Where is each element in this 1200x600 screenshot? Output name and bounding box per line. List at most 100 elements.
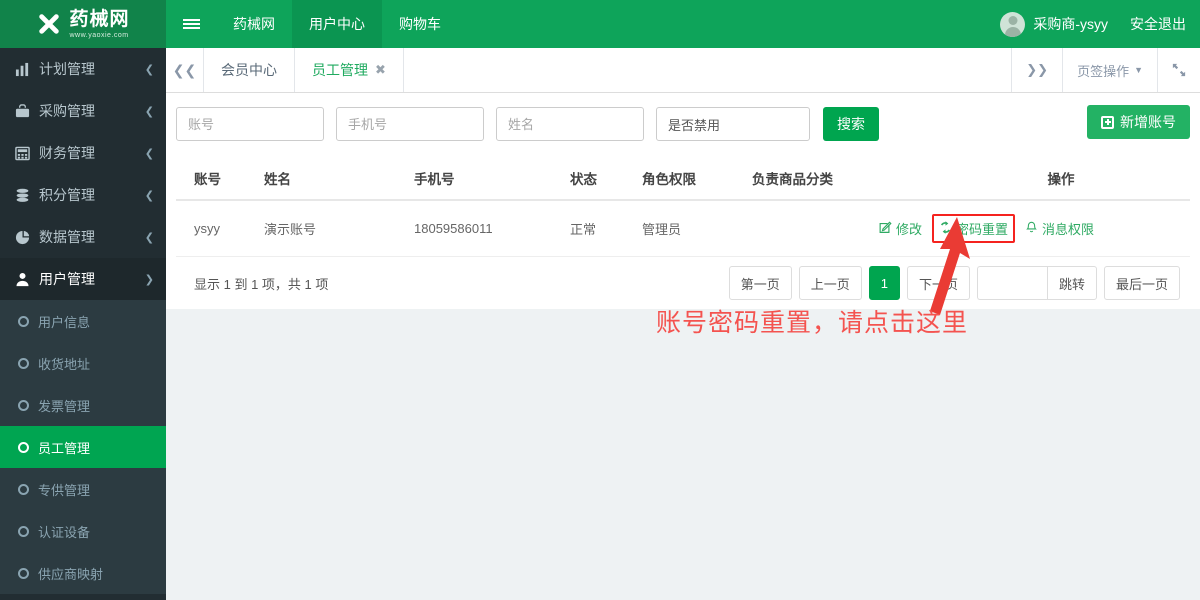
last-page-button[interactable]: 最后一页 [1103, 266, 1180, 300]
expand-arrows-icon[interactable] [1158, 48, 1200, 92]
tab-label: 会员中心 [221, 62, 277, 78]
add-account-label: 新增账号 [1120, 114, 1176, 130]
brand-subtitle: www.yaoxie.com [69, 31, 129, 39]
sidebar-item-data[interactable]: 数据管理 ❮ [0, 216, 166, 258]
brand-logo[interactable]: 药械网 www.yaoxie.com [0, 0, 166, 48]
circle-bullet-icon [18, 441, 29, 453]
sidebar-item-points[interactable]: 积分管理 ❮ [0, 174, 166, 216]
sidebar-subitem-staff-management[interactable]: 员工管理 [0, 426, 166, 468]
bell-icon [1025, 221, 1038, 237]
table-head: 账号 姓名 手机号 状态 角色权限 负责商品分类 操作 [176, 157, 1190, 201]
x-cross-logo-icon [39, 14, 60, 34]
caret-down-icon: ▼ [1134, 65, 1143, 75]
sidebar-subitem-shipping-address[interactable]: 收货地址 [0, 342, 166, 384]
sidebar-item-plan[interactable]: 计划管理 ❮ [0, 48, 166, 90]
user-chip[interactable]: 采购商-ysyy [1000, 11, 1108, 37]
tab-ops-dropdown[interactable]: 页签操作 ▼ [1063, 48, 1158, 92]
first-page-button[interactable]: 第一页 [728, 266, 792, 300]
col-header-phone: 手机号 [414, 157, 570, 201]
sidebar-subitem-special-supply[interactable]: 专供管理 [0, 468, 166, 510]
sidebar-subitem-label: 供应商映射 [38, 566, 104, 582]
logout-button[interactable]: 安全退出 [1130, 14, 1186, 34]
user-name-label: 采购商-ysyy [1033, 16, 1108, 32]
page-number-1[interactable]: 1 [868, 266, 900, 300]
sidebar-item-label: 计划管理 [39, 61, 95, 77]
account-search-input[interactable] [176, 107, 324, 141]
nav-item-site[interactable]: 药械网 [216, 0, 292, 48]
sidebar-subitem-supplier-mapping[interactable]: 供应商映射 [0, 552, 166, 594]
nav-item-user-center[interactable]: 用户中心 [292, 0, 382, 48]
tab-staff-management[interactable]: 员工管理 ✖ [295, 48, 404, 92]
brand-logo-text: 药械网 www.yaoxie.com [69, 10, 129, 39]
chevron-left-icon: ❮ [144, 105, 154, 118]
sidebar-subitem-label: 专供管理 [38, 482, 91, 498]
search-button[interactable]: 搜索 [823, 107, 879, 141]
prev-page-button[interactable]: 上一页 [798, 266, 862, 300]
disabled-select[interactable]: 是否禁用 [656, 107, 810, 141]
double-chevron-right-icon[interactable]: ❯❯ [1012, 48, 1064, 92]
sidebar: 计划管理 ❮ 采购管理 ❮ 财务管理 ❮ 积分管理 ❮ 数据管理 ❮ 用户管理 [0, 48, 166, 600]
close-x-icon[interactable]: ✖ [375, 62, 386, 78]
col-header-account: 账号 [176, 157, 264, 201]
filter-bar: 是否禁用 搜索 新增账号 [176, 105, 1190, 143]
circle-bullet-icon [18, 525, 29, 537]
hamburger-icon[interactable] [166, 0, 216, 48]
pie-chart-icon [12, 230, 32, 245]
sidebar-submenu: 用户信息 收货地址 发票管理 员工管理 专供管理 认证设备 供应商映射 [0, 300, 166, 594]
main-content: 是否禁用 搜索 新增账号 账号 姓名 手机号 状态 角色权限 负责商品分类 操作 [166, 93, 1200, 600]
brand-title: 药械网 [69, 8, 130, 30]
pagination-row: 显示 1 到 1 项，共 1 项 第一页 上一页 1 下一页 跳转 最后一页 [176, 257, 1190, 309]
sidebar-item-label: 财务管理 [39, 145, 95, 161]
bar-chart-icon [12, 62, 32, 77]
name-search-input[interactable] [496, 107, 644, 141]
staff-panel: 是否禁用 搜索 新增账号 账号 姓名 手机号 状态 角色权限 负责商品分类 操作 [166, 93, 1200, 309]
table-header-row: 账号 姓名 手机号 状态 角色权限 负责商品分类 操作 [176, 157, 1190, 201]
jump-button[interactable]: 跳转 [1046, 266, 1097, 300]
sidebar-item-user-management[interactable]: 用户管理 ❯ [0, 258, 166, 300]
sidebar-subitem-certified-device[interactable]: 认证设备 [0, 510, 166, 552]
table-row: ysyy 演示账号 18059586011 正常 管理员 修改 密码重置 消息权… [176, 200, 1190, 257]
disabled-select-wrap: 是否禁用 [656, 107, 810, 141]
chevron-left-icon: ❮ [144, 189, 154, 202]
tab-strip: ❮❮ 会员中心 员工管理 ✖ ❯❯ 页签操作 ▼ [166, 48, 1200, 93]
add-account-button[interactable]: 新增账号 [1087, 105, 1190, 139]
calculator-icon [12, 146, 32, 161]
sidebar-subitem-invoice[interactable]: 发票管理 [0, 384, 166, 426]
sidebar-subitem-label: 员工管理 [38, 440, 91, 456]
user-avatar-icon [1000, 11, 1026, 37]
sidebar-subitem-label: 用户信息 [38, 314, 91, 330]
circle-bullet-icon [18, 483, 29, 495]
sidebar-item-label: 积分管理 [39, 187, 95, 203]
cell-name: 演示账号 [264, 200, 414, 257]
staff-table: 账号 姓名 手机号 状态 角色权限 负责商品分类 操作 ysyy 演示账号 18… [176, 157, 1190, 257]
col-header-operations: 操作 [932, 157, 1190, 201]
cell-status: 正常 [570, 200, 642, 257]
tab-member-center[interactable]: 会员中心 [204, 48, 295, 92]
database-icon [12, 188, 32, 203]
nav-item-cart[interactable]: 购物车 [382, 0, 458, 48]
cell-role: 管理员 [642, 200, 752, 257]
sidebar-subitem-label: 收货地址 [38, 356, 91, 372]
double-chevron-left-icon[interactable]: ❮❮ [166, 48, 204, 92]
message-permission-action-button[interactable]: 消息权限 [1019, 216, 1100, 241]
chevron-left-icon: ❮ [144, 231, 154, 244]
phone-search-input[interactable] [336, 107, 484, 141]
annotation-text: 账号密码重置，请点击这里 [656, 310, 969, 337]
chevron-down-icon: ❯ [144, 273, 154, 286]
circle-bullet-icon [18, 567, 29, 579]
hamburger-bar [182, 23, 200, 25]
sidebar-item-label: 采购管理 [39, 103, 95, 119]
tab-label: 员工管理 [312, 62, 368, 78]
pagination-info: 显示 1 到 1 项，共 1 项 [194, 276, 329, 292]
header-right-group: 采购商-ysyy 安全退出 [1000, 0, 1200, 48]
plus-square-icon [1101, 115, 1114, 129]
chevron-left-icon: ❮ [144, 63, 154, 76]
tab-right-controls: ❯❯ 页签操作 ▼ [1012, 48, 1200, 92]
tab-spacer [404, 48, 1013, 92]
col-header-status: 状态 [570, 157, 642, 201]
sidebar-item-finance[interactable]: 财务管理 ❮ [0, 132, 166, 174]
circle-bullet-icon [18, 399, 29, 411]
sidebar-subitem-user-info[interactable]: 用户信息 [0, 300, 166, 342]
sidebar-item-purchase[interactable]: 采购管理 ❮ [0, 90, 166, 132]
circle-bullet-icon [18, 315, 29, 327]
